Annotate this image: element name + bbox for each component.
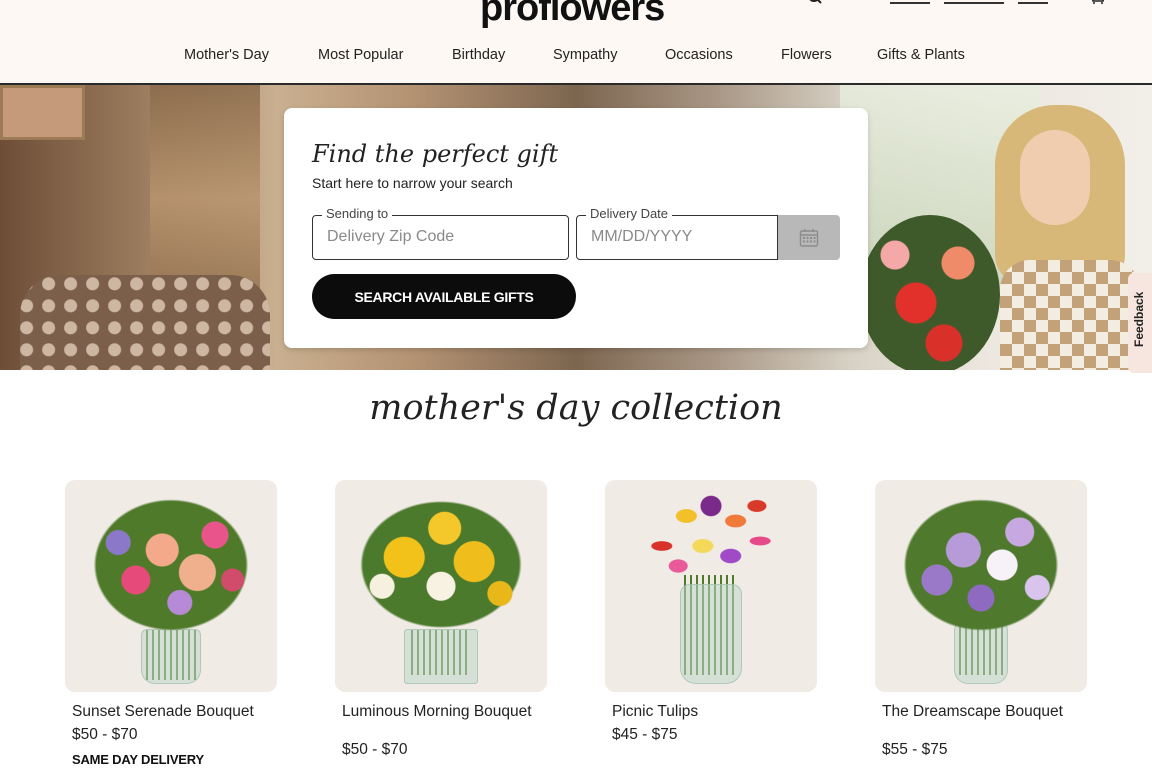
nav-item-birthday[interactable]: Birthday (452, 47, 505, 63)
product-price: $45 - $75 (612, 726, 678, 743)
product-image[interactable] (335, 480, 547, 692)
proflowers-logo[interactable]: proflowers (480, 0, 665, 30)
product-image[interactable] (605, 480, 817, 692)
nav-item-mothers-day[interactable]: Mother's Day (184, 47, 269, 63)
card-subtitle: Start here to narrow your search (312, 175, 513, 191)
product-card[interactable]: Sunset Serenade Bouquet $50 - $70 SAME D… (65, 480, 305, 767)
date-field-label: Delivery Date (586, 206, 673, 221)
calendar-button[interactable] (778, 215, 840, 260)
zip-code-field[interactable]: Sending to (312, 206, 569, 260)
gift-search-card: Find the perfect gift Start here to narr… (284, 108, 868, 348)
cart-icon[interactable] (1088, 0, 1106, 4)
product-price: $55 - $75 (882, 741, 948, 758)
hero-bouquet (860, 215, 1000, 370)
calendar-icon (799, 228, 819, 247)
collection-title: mother's day collection (369, 388, 783, 428)
same-day-delivery-badge: SAME DAY DELIVERY (72, 752, 204, 767)
zip-code-input[interactable] (327, 225, 507, 249)
search-icon[interactable] (808, 0, 824, 4)
feedback-label: Feedback (1132, 291, 1146, 347)
delivery-date-field[interactable]: Delivery Date (576, 206, 778, 260)
nav-item-most-popular[interactable]: Most Popular (318, 47, 403, 63)
hero-picture-frame (0, 85, 85, 140)
hero-pillow (20, 275, 270, 370)
nav-item-gifts-plants[interactable]: Gifts & Plants (877, 47, 965, 63)
main-nav: Mother's Day Most Popular Birthday Sympa… (0, 47, 1152, 69)
product-image[interactable] (875, 480, 1087, 692)
nav-item-sympathy[interactable]: Sympathy (553, 47, 617, 63)
search-available-gifts-button[interactable]: SEARCH AVAILABLE GIFTS (312, 274, 576, 319)
product-card[interactable]: Luminous Morning Bouquet $50 - $70 (335, 480, 575, 758)
zip-field-label: Sending to (322, 206, 393, 221)
product-card[interactable]: The Dreamscape Bouquet $55 - $75 (875, 480, 1115, 758)
account-links[interactable] (890, 0, 1062, 4)
nav-item-occasions[interactable]: Occasions (665, 47, 733, 63)
card-title: Find the perfect gift (312, 140, 559, 168)
product-name[interactable]: Luminous Morning Bouquet (342, 704, 542, 720)
delivery-date-input[interactable] (591, 225, 771, 249)
hero-woman-face (1020, 130, 1090, 225)
product-name[interactable]: The Dreamscape Bouquet (882, 704, 1082, 720)
product-image[interactable] (65, 480, 277, 692)
product-card[interactable]: Picnic Tulips $45 - $75 (605, 480, 845, 743)
site-header: proflowers Mother's Day Most Popular Bir… (0, 0, 1152, 85)
product-name[interactable]: Picnic Tulips (612, 704, 812, 720)
nav-item-flowers[interactable]: Flowers (781, 47, 832, 63)
product-price: $50 - $70 (342, 741, 408, 758)
feedback-tab[interactable]: Feedback (1128, 273, 1152, 373)
product-price: $50 - $70 (72, 726, 138, 743)
product-name[interactable]: Sunset Serenade Bouquet (72, 704, 272, 720)
hero-woman-top (1000, 260, 1140, 370)
